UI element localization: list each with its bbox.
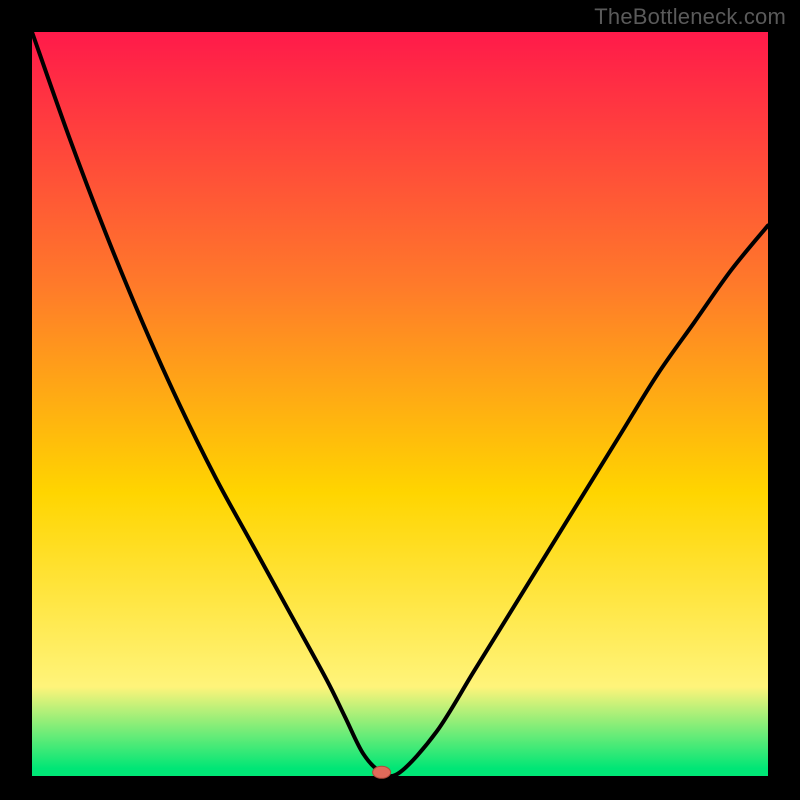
plot-background xyxy=(32,32,768,776)
watermark-text: TheBottleneck.com xyxy=(594,4,786,30)
optimal-point-marker xyxy=(373,766,391,778)
chart-container: TheBottleneck.com xyxy=(0,0,800,800)
bottleneck-chart xyxy=(0,0,800,800)
